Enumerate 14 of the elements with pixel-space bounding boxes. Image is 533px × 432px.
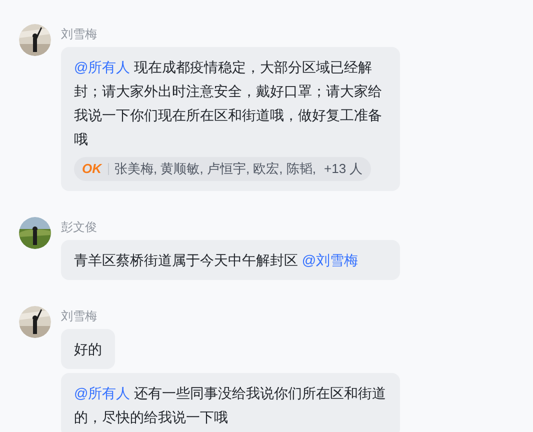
mention-link[interactable]: @刘雪梅 bbox=[302, 252, 358, 268]
ok-emoji: OK bbox=[82, 160, 102, 178]
message-text: 好的 bbox=[74, 340, 102, 359]
reaction-count: +13 人 bbox=[324, 160, 363, 178]
sender-name: 刘雪梅 bbox=[61, 26, 98, 43]
mention-link[interactable]: @所有人 bbox=[74, 59, 130, 75]
reaction-users: 张美梅, 黄顺敏, 卢恒宇, 欧宏, 陈韬, bbox=[114, 160, 316, 178]
mention-link[interactable]: @所有人 bbox=[74, 385, 130, 401]
sender-name: 刘雪梅 bbox=[61, 308, 98, 325]
sender-name: 彭文俊 bbox=[61, 219, 98, 236]
reaction-bar[interactable]: OK 张美梅, 黄顺敏, 卢恒宇, 欧宏, 陈韬, +13 人 bbox=[74, 157, 371, 181]
message-text: @所有人 现在成都疫情稳定，大部分区域已经解封；请大家外出时注意安全，戴好口罩；请大家给我说一下你们现在所在区和街道哦，做好复工准备哦 bbox=[74, 58, 383, 149]
message-text: 青羊区蔡桥街道属于今天中午解封区 @刘雪梅 bbox=[74, 251, 360, 270]
message-text: @所有人 还有一些同事没给我说你们所在区和街道的，尽快的给我说一下哦 bbox=[74, 384, 387, 427]
